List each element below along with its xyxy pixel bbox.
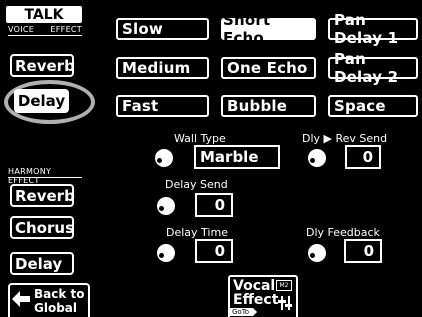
back-to-label: Back to xyxy=(34,287,85,301)
dly-rev-send-knob[interactable] xyxy=(308,149,326,167)
effect-label: Effect xyxy=(233,292,279,308)
delay-send-field[interactable]: 0 xyxy=(195,193,233,217)
harmony-delay-button[interactable]: Delay xyxy=(10,252,74,275)
effect-space-button[interactable]: Space xyxy=(328,95,418,117)
harmony-effect-label: HARMONY EFFECT xyxy=(8,167,52,185)
mic-chip-icon: M2 xyxy=(276,280,292,291)
effect-slow-button[interactable]: Slow xyxy=(116,18,209,40)
goto-label: GoTo xyxy=(230,308,258,316)
wall-type-knob[interactable] xyxy=(155,149,173,167)
delay-time-label: Delay Time xyxy=(166,226,228,239)
delay-send-knob[interactable] xyxy=(157,197,175,215)
vocal-effect-button[interactable]: Vocal Effect GoTo M2 xyxy=(228,275,298,317)
dly-feedback-knob[interactable] xyxy=(308,244,326,262)
effect-one-echo-button[interactable]: One Echo xyxy=(221,57,316,79)
sliders-icon xyxy=(278,295,292,314)
delay-time-field[interactable]: 0 xyxy=(195,239,233,263)
voice-reverb-button[interactable]: Reverb xyxy=(10,54,75,77)
dly-feedback-label: Dly Feedback xyxy=(306,226,380,239)
delay-time-knob[interactable] xyxy=(157,244,175,262)
back-to-global-button[interactable]: Back to Global xyxy=(8,283,90,317)
talk-header: TALK xyxy=(6,6,82,23)
dly-feedback-field[interactable]: 0 xyxy=(344,239,382,263)
voice-delay-button[interactable]: Delay xyxy=(14,89,69,113)
dly-rev-send-field[interactable]: 0 xyxy=(345,145,381,169)
harmony-chorus-button[interactable]: Chorus xyxy=(10,216,74,239)
dly-rev-send-label: Dly ▶ Rev Send xyxy=(302,132,388,145)
effect-pan-delay-2-button[interactable]: Pan Delay 2 xyxy=(328,50,418,86)
delay-send-label: Delay Send xyxy=(165,178,228,191)
voice-divider xyxy=(8,35,82,36)
effect-bubble-button[interactable]: Bubble xyxy=(221,95,316,117)
wall-type-label: Wall Type xyxy=(174,132,226,145)
effect-label: EFFECT xyxy=(50,25,82,34)
effect-short-echo-button[interactable]: Short Echo xyxy=(221,11,316,47)
harmony-reverb-button[interactable]: Reverb xyxy=(10,184,75,207)
wall-type-field[interactable]: Marble xyxy=(194,145,280,169)
effect-medium-button[interactable]: Medium xyxy=(116,57,209,79)
global-label: Global xyxy=(34,301,78,315)
effect-pan-delay-1-button[interactable]: Pan Delay 1 xyxy=(328,11,418,47)
harmony-divider xyxy=(8,177,82,178)
voice-label: VOICE xyxy=(8,25,35,34)
harmony-effect-header: HARMONY EFFECT xyxy=(8,167,82,185)
arrow-left-icon xyxy=(12,291,30,311)
voice-effect-header: VOICE EFFECT xyxy=(8,25,82,35)
effect-fast-button[interactable]: Fast xyxy=(116,95,209,117)
